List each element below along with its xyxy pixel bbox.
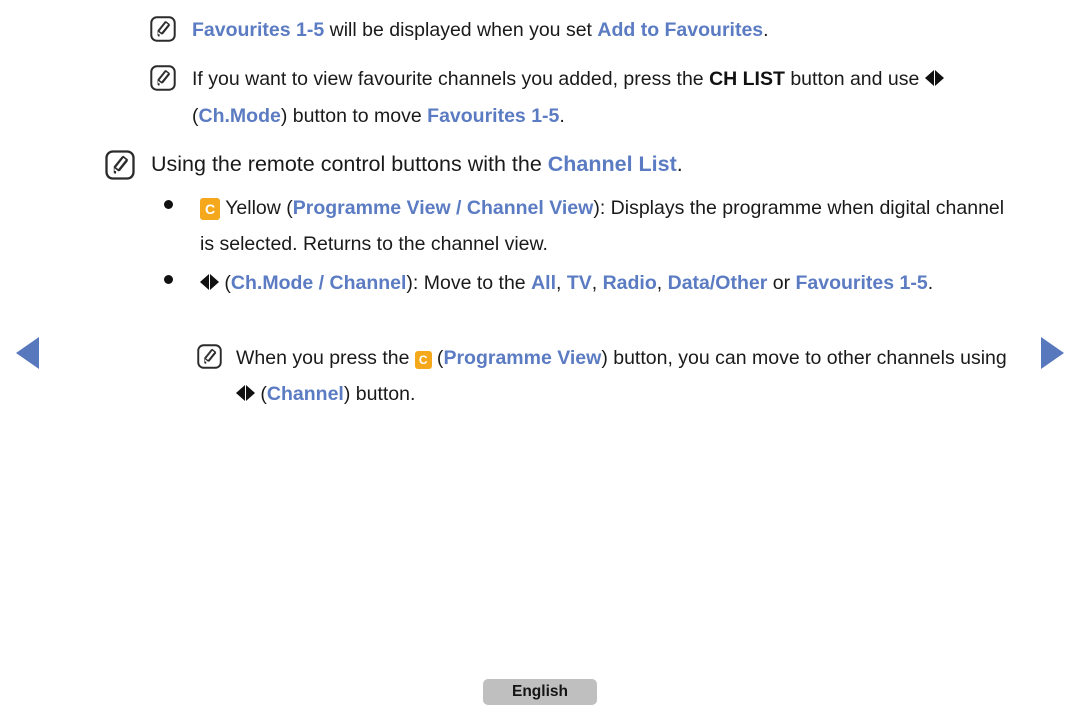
left-right-arrows-icon — [236, 377, 255, 413]
bullet-1-view-label: Programme View / Channel View — [292, 197, 594, 219]
note-2-fav-label: Favourites 1-5 — [427, 105, 560, 127]
language-button-label: English — [512, 683, 568, 700]
option-favourites-label: Favourites 1-5 — [795, 272, 928, 294]
note-2-lead: If you want to view favourite channels y… — [192, 68, 710, 90]
note-2-mid: button and use — [784, 68, 925, 90]
note-1-text: Favourites 1-5 will be displayed when yo… — [192, 12, 769, 48]
note-icon — [150, 65, 176, 91]
sub-note-paren-open: ( — [431, 347, 444, 369]
sub-note-programme-view-label: Programme View — [443, 347, 602, 369]
sub-note-end: ) button. — [343, 383, 416, 405]
note-icon — [105, 150, 135, 180]
bullet-marker — [164, 275, 173, 284]
sub-note-text: When you press the C (Programme View) bu… — [236, 340, 1017, 413]
option-tv-label: TV — [566, 272, 592, 294]
sub-note-channel-label: Channel — [266, 383, 344, 405]
note-icon — [150, 16, 176, 42]
note-2-tail: ) button to move — [280, 105, 428, 127]
left-right-arrows-icon — [924, 62, 944, 98]
manual-page: Favourites 1-5 will be displayed when yo… — [0, 0, 1080, 705]
bullet-1-text: C Yellow (Programme View / Channel View)… — [200, 190, 1010, 262]
note-1-fav-label: Favourites 1-5 — [192, 19, 325, 41]
next-page-arrow-icon[interactable] — [1041, 337, 1064, 369]
heading-channel-list-label: Channel List — [547, 152, 677, 176]
yellow-c-key-icon: C — [414, 351, 432, 369]
section-heading: Using the remote control buttons with th… — [105, 146, 1005, 182]
note-paragraph-1: Favourites 1-5 will be displayed when yo… — [150, 12, 1030, 48]
bullet-2-or: or — [767, 272, 796, 294]
note-2-end: . — [559, 105, 565, 127]
sub-note-paragraph: When you press the C (Programme View) bu… — [197, 340, 1017, 413]
option-all-label: All — [531, 272, 556, 294]
bullet-item-2: (Ch.Mode / Channel): Move to the All, TV… — [200, 265, 1000, 302]
bullet-marker — [164, 200, 173, 209]
left-right-arrows-icon — [200, 266, 219, 302]
heading-lead: Using the remote control buttons with th… — [151, 152, 548, 176]
option-data-other-label: Data/Other — [667, 272, 768, 294]
bullet-2-chmode-channel-label: Ch.Mode / Channel — [230, 272, 407, 294]
sub-note-mid: ) button, you can move to other channels… — [601, 347, 1007, 369]
heading-end: . — [676, 152, 683, 176]
yellow-c-key-icon: C — [200, 198, 221, 220]
sub-note-paren-open-2: ( — [255, 383, 267, 405]
bullet-2-comma-3: , — [656, 272, 668, 294]
previous-page-arrow-icon[interactable] — [16, 337, 39, 369]
note-paragraph-2: If you want to view favourite channels y… — [150, 61, 1010, 134]
note-1-mid: will be displayed when you set — [324, 19, 598, 41]
bullet-2-comma-1: , — [555, 272, 567, 294]
bullet-2-comma-2: , — [591, 272, 603, 294]
note-1-end: . — [763, 19, 769, 41]
note-1-add-label: Add to Favourites — [597, 19, 764, 41]
bullet-2-end: . — [927, 272, 934, 294]
section-heading-text: Using the remote control buttons with th… — [151, 146, 683, 182]
bullet-2-text: (Ch.Mode / Channel): Move to the All, TV… — [200, 265, 933, 302]
note-2-chlist-label: CH LIST — [709, 68, 785, 90]
note-2-text: If you want to view favourite channels y… — [192, 61, 1010, 134]
bullet-1-lead: Yellow ( — [220, 197, 293, 219]
bullet-item-1: C Yellow (Programme View / Channel View)… — [200, 190, 1010, 262]
bullet-2-paren-open: ( — [219, 272, 231, 294]
note-2-chmode-label: Ch.Mode — [198, 105, 281, 127]
sub-note-lead: When you press the — [236, 347, 415, 369]
option-radio-label: Radio — [602, 272, 657, 294]
language-button[interactable]: English — [483, 679, 597, 705]
bullet-2-move-text: ): Move to the — [406, 272, 532, 294]
note-icon — [197, 344, 222, 369]
